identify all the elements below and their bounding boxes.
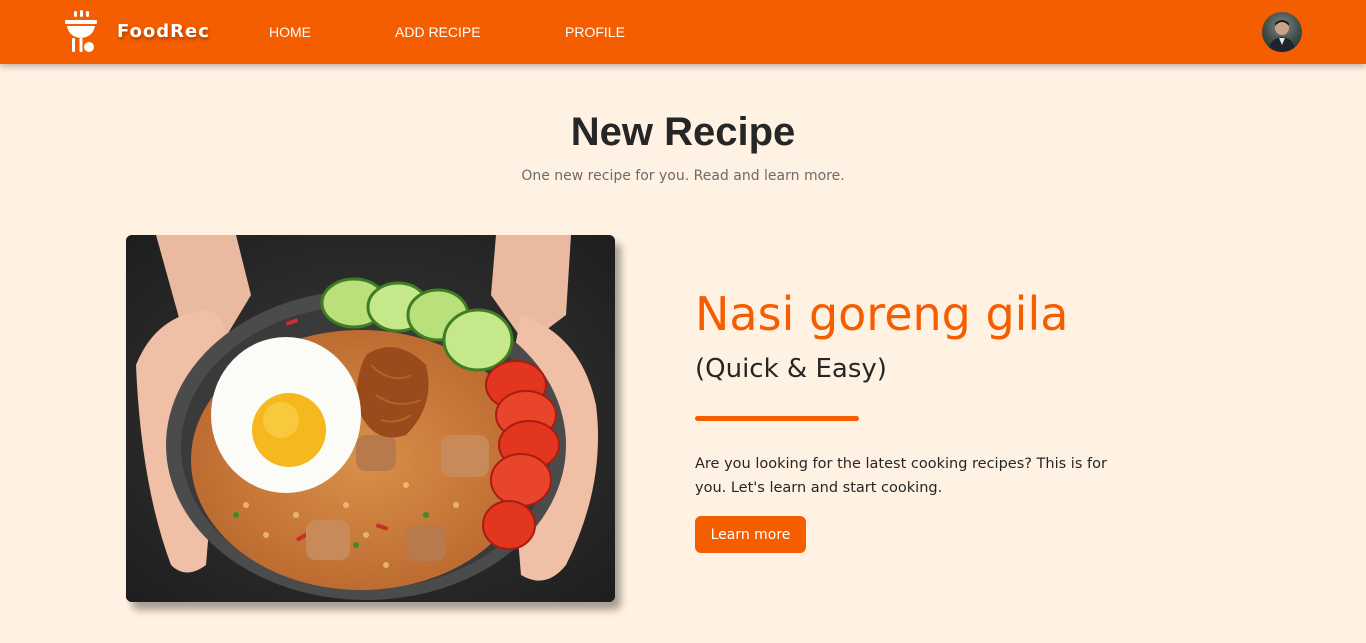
divider bbox=[695, 416, 859, 421]
user-avatar[interactable] bbox=[1262, 12, 1302, 52]
grill-icon[interactable] bbox=[62, 10, 100, 54]
nav-home[interactable]: HOME bbox=[269, 24, 311, 40]
page-title: New Recipe bbox=[570, 110, 796, 154]
learn-more-button[interactable]: Learn more bbox=[695, 516, 806, 553]
navbar: FoodRec HOME ADD RECIPE PROFILE bbox=[0, 0, 1366, 64]
nav-profile[interactable]: PROFILE bbox=[565, 24, 625, 40]
recipe-tag: (Quick & Easy) bbox=[695, 354, 887, 384]
nav-add-recipe[interactable]: ADD RECIPE bbox=[395, 24, 481, 40]
recipe-description: Are you looking for the latest cooking r… bbox=[695, 456, 1107, 496]
brand-name[interactable]: FoodRec bbox=[117, 21, 210, 42]
recipe-name: Nasi goreng gila bbox=[695, 287, 1069, 341]
page-subtitle: One new recipe for you. Read and learn m… bbox=[521, 168, 845, 184]
food-photo bbox=[126, 235, 615, 602]
